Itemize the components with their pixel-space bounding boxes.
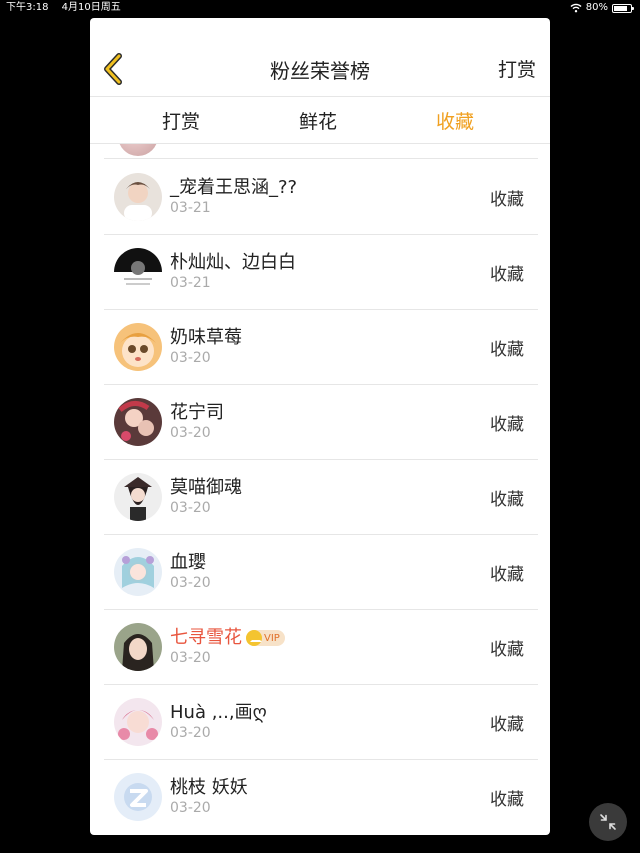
vip-badge-label: VIP: [264, 632, 280, 644]
favorite-label: 收藏: [490, 715, 524, 735]
list-item[interactable]: 朴灿灿、边白白 03-21 收藏: [104, 235, 538, 310]
vip-badge: VIP: [246, 630, 285, 646]
avatar[interactable]: [114, 323, 162, 371]
list-item[interactable]: 莫喵御魂 03-20 收藏: [104, 460, 538, 535]
list-item[interactable]: 花宁司 03-20 收藏: [104, 385, 538, 460]
user-name: 七寻雪花 VIP: [170, 623, 285, 649]
avatar[interactable]: [114, 548, 162, 596]
user-name: Huà ,..,画ღ: [170, 702, 267, 723]
tab-reward[interactable]: 打赏: [162, 107, 200, 134]
favorite-label: 收藏: [490, 640, 524, 660]
divider: [104, 158, 538, 159]
status-date: 4月10日周五: [61, 2, 121, 13]
favorite-label: 收藏: [490, 190, 524, 210]
date-label: 03-20: [170, 725, 211, 741]
user-name: _宠着王思涵_??: [170, 177, 298, 198]
date-label: 03-20: [170, 500, 211, 516]
status-left: 下午3:18 4月10日周五: [6, 0, 131, 16]
avatar[interactable]: [114, 773, 162, 821]
battery-percent: 80%: [585, 2, 608, 13]
tab-favorites[interactable]: 收藏: [436, 107, 474, 134]
tab-bar: 打赏 鲜花 收藏: [90, 97, 550, 144]
list-item[interactable]: Huà ,..,画ღ 03-20 收藏: [104, 685, 538, 760]
list-item[interactable]: 桃枝 妖妖 03-20 收藏: [104, 760, 538, 834]
favorite-label: 收藏: [490, 415, 524, 435]
list-item[interactable]: _宠着王思涵_?? 03-21 收藏: [104, 160, 538, 235]
avatar[interactable]: [114, 173, 162, 221]
crown-icon: [246, 630, 262, 646]
reward-button[interactable]: 打赏: [498, 55, 536, 82]
date-label: 03-20: [170, 350, 211, 366]
user-name: 朴灿灿、边白白: [170, 252, 296, 273]
favorite-label: 收藏: [490, 265, 524, 285]
favorite-label: 收藏: [490, 565, 524, 585]
favorite-label: 收藏: [490, 490, 524, 510]
status-right: 80%: [570, 0, 634, 16]
list-item[interactable]: 奶味草莓 03-20 收藏: [104, 310, 538, 385]
date-label: 03-20: [170, 575, 211, 591]
status-bar: 下午3:18 4月10日周五 80%: [0, 0, 640, 16]
collapse-arrows-icon: [600, 814, 616, 830]
tab-flowers[interactable]: 鲜花: [299, 107, 337, 134]
user-name: 桃枝 妖妖: [170, 777, 248, 798]
avatar[interactable]: [114, 473, 162, 521]
user-name-text: 七寻雪花: [170, 627, 242, 648]
battery-icon: [612, 3, 634, 13]
wifi-icon: [570, 3, 582, 13]
user-name: 花宁司: [170, 402, 224, 423]
favorites-list[interactable]: _宠着王思涵_?? 03-21 收藏 朴灿灿、边白白 03-21 收藏 奶味草莓…: [90, 144, 550, 835]
status-time: 下午3:18: [6, 2, 49, 13]
list-item[interactable]: 七寻雪花 VIP 03-20 收藏: [104, 610, 538, 685]
date-label: 03-20: [170, 425, 211, 441]
avatar[interactable]: [114, 248, 162, 296]
date-label: 03-21: [170, 275, 211, 291]
date-label: 03-20: [170, 800, 211, 816]
user-name: 奶味草莓: [170, 327, 242, 348]
avatar: [118, 144, 158, 156]
user-name: 血瓔: [170, 552, 206, 573]
avatar[interactable]: [114, 623, 162, 671]
avatar[interactable]: [114, 398, 162, 446]
date-label: 03-20: [170, 650, 211, 666]
date-label: 03-21: [170, 200, 211, 216]
fans-honor-panel: 粉丝荣誉榜 打赏 打赏 鲜花 收藏 _宠着王思涵_?? 03-21 收藏 朴灿灿…: [90, 18, 550, 835]
page-title: 粉丝荣誉榜: [270, 59, 370, 83]
favorite-label: 收藏: [490, 340, 524, 360]
navigation-bar: 粉丝荣誉榜 打赏: [90, 18, 550, 97]
user-name: 莫喵御魂: [170, 477, 242, 498]
list-item[interactable]: 血瓔 03-20 收藏: [104, 535, 538, 610]
favorite-label: 收藏: [490, 790, 524, 810]
avatar[interactable]: [114, 698, 162, 746]
battery-fill: [614, 5, 627, 11]
collapse-button[interactable]: [589, 803, 627, 841]
